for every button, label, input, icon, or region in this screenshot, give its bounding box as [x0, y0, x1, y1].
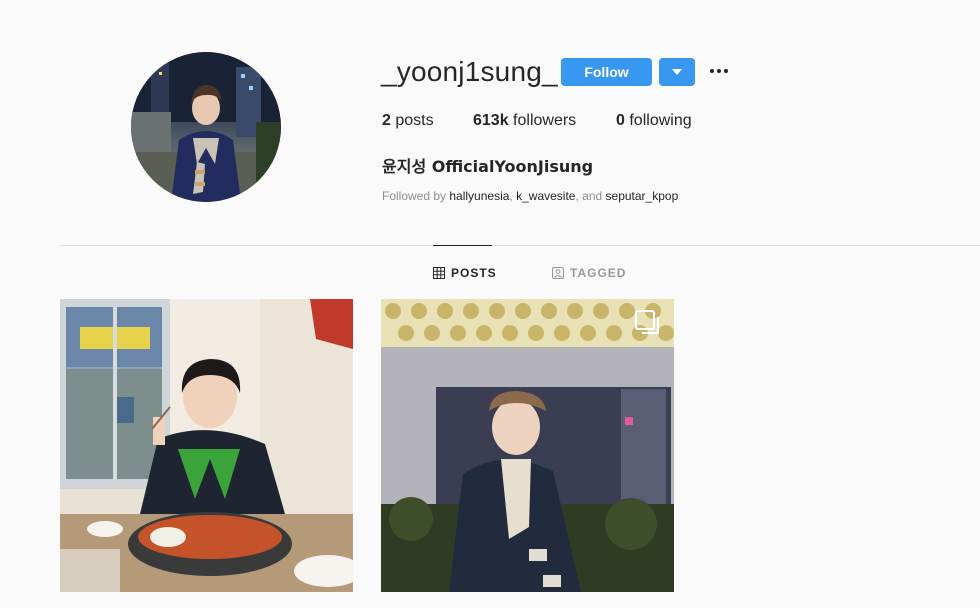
tabs-divider — [60, 245, 980, 246]
followers-stat[interactable]: 613k followers — [473, 112, 576, 130]
posts-count: 2 — [382, 112, 391, 129]
post-image — [381, 299, 674, 592]
followed-by-line: Followed by hallyunesia, k_wavesite, and… — [382, 189, 679, 203]
caret-down-icon — [672, 69, 682, 75]
posts-count-stat: 2 posts — [382, 112, 434, 130]
username: _yoonj1sung_ — [381, 56, 558, 87]
post-thumbnail[interactable] — [60, 299, 353, 592]
followed-by-account[interactable]: k_wavesite — [516, 189, 575, 203]
following-label: following — [629, 112, 692, 129]
tab-posts[interactable]: POSTS — [433, 266, 497, 280]
followers-count: 613k — [473, 112, 509, 129]
following-stat[interactable]: 0 following — [616, 112, 692, 130]
tag-icon — [552, 267, 564, 279]
posts-label: posts — [395, 112, 434, 129]
post-thumbnail[interactable] — [381, 299, 674, 592]
post-image — [60, 299, 353, 592]
more-options-button[interactable] — [708, 62, 730, 80]
avatar[interactable] — [131, 52, 281, 202]
tab-posts-label: POSTS — [451, 266, 497, 280]
tab-tagged[interactable]: TAGGED — [552, 266, 626, 280]
follow-button[interactable]: Follow — [561, 58, 652, 86]
followed-by-prefix: Followed by — [382, 189, 447, 203]
followed-by-account[interactable]: hallyunesia — [449, 189, 509, 203]
grid-icon — [433, 267, 445, 279]
multiple-photos-icon — [635, 310, 659, 334]
tab-tagged-label: TAGGED — [570, 266, 627, 280]
full-name: 윤지성 OfficialYoonJisung — [382, 157, 594, 176]
followed-by-account[interactable]: seputar_kpop — [606, 189, 679, 203]
ellipsis-icon — [710, 69, 714, 73]
following-count: 0 — [616, 112, 625, 129]
active-tab-indicator — [433, 245, 492, 246]
followers-label: followers — [513, 112, 577, 129]
suggestions-dropdown-button[interactable] — [659, 58, 695, 86]
